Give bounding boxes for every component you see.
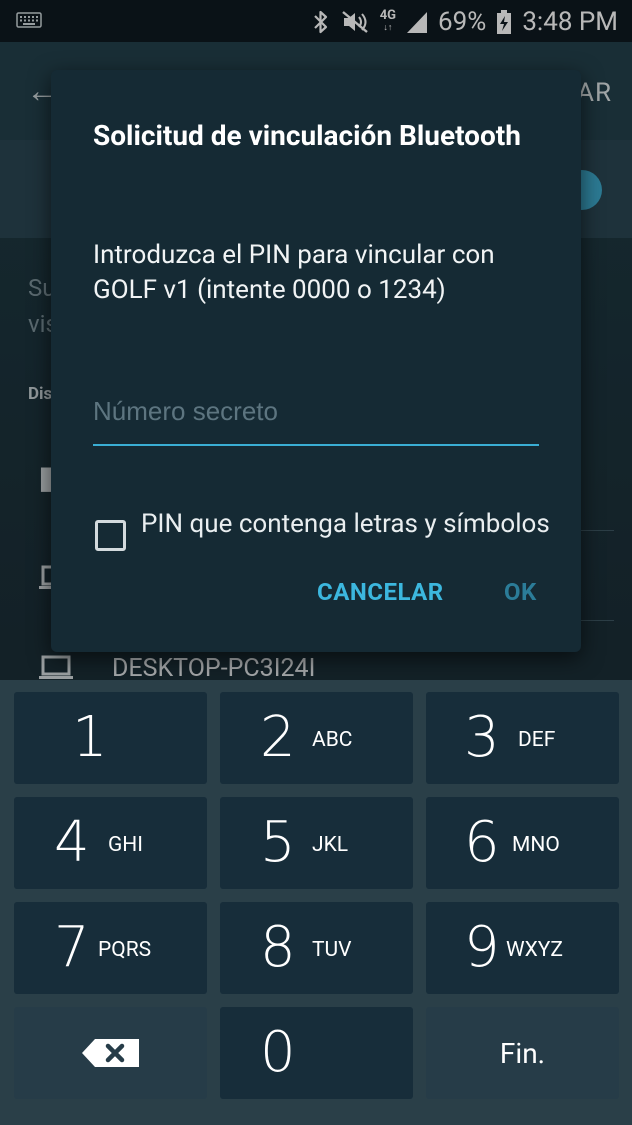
alphanumeric-pin-checkbox[interactable] [95,520,126,551]
done-key-label: Fin. [499,1037,546,1070]
dialog-message: Introduzca el PIN para vincular con GOLF… [93,240,495,305]
key-5[interactable]: 5 JKL [220,797,413,889]
cancel-button[interactable]: CANCELAR [317,578,444,606]
alphanumeric-pin-label: PIN que contenga letras y símbolos [141,509,550,539]
key-6[interactable]: 6 MNO [426,797,619,889]
alphanumeric-pin-option[interactable]: PIN que contenga letras y símbolos [93,500,553,558]
backspace-key[interactable] [14,1007,207,1099]
key-7[interactable]: 7 PQRS [14,902,207,994]
ok-button[interactable]: OK [504,578,537,606]
numeric-keypad: 1 2 ABC 3 DEF 4 GHI 5 JKL 6 MNO 7 PQRS 8… [0,680,632,1125]
backspace-icon [82,1039,139,1067]
key-2[interactable]: 2 ABC [220,692,413,784]
dialog-title: Solicitud de vinculación Bluetooth [93,119,521,152]
key-9[interactable]: 9 WXYZ [426,902,619,994]
key-8[interactable]: 8 TUV [220,902,413,994]
pairing-dialog: Solicitud de vinculación Bluetooth Intro… [51,70,581,652]
pin-input[interactable] [93,386,539,446]
key-1[interactable]: 1 [14,692,207,784]
key-0[interactable]: 0 [220,1007,413,1099]
key-3[interactable]: 3 DEF [426,692,619,784]
key-4[interactable]: 4 GHI [14,797,207,889]
done-key[interactable]: Fin. [426,1007,619,1099]
